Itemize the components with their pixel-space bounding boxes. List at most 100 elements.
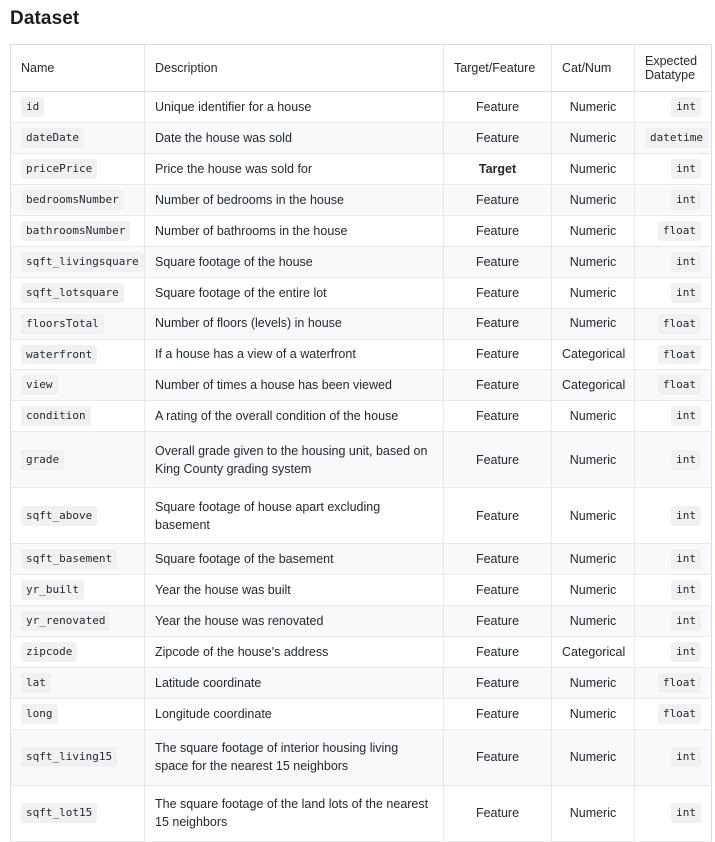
cell-cat-num: Numeric (551, 215, 635, 247)
table-row: sqft_above Square footage of house apart … (10, 487, 712, 545)
table-row: grade Overall grade given to the housing … (10, 431, 712, 489)
cell-expected-datatype: int (634, 153, 712, 185)
table-row: sqft_livingsquare Square footage of the h… (10, 246, 712, 278)
datatype-code-chip: float (657, 673, 701, 693)
cell-description: A rating of the overall condition of the… (144, 400, 444, 433)
table-row: long Longitude coordinate Feature Numeric fl… (10, 698, 712, 730)
target-feature-value: Feature (475, 750, 520, 765)
field-name-code-chip: sqft_lot15 (21, 803, 98, 824)
cell-target-feature: Feature (443, 91, 552, 123)
datatype-code-chip: float (657, 313, 701, 334)
cell-name: waterfront (10, 339, 145, 371)
datatype-code-chip: datetime (645, 127, 708, 148)
field-name-code-chip: pricePrice (21, 158, 98, 179)
target-feature-value: Feature (475, 452, 520, 467)
cell-name: sqft_above (10, 487, 145, 545)
cell-target-feature: Feature (443, 543, 552, 576)
field-name-code-chip: bathroomsNumber (21, 220, 131, 241)
cell-description: The square footage of the land lots of t… (144, 785, 444, 842)
cell-expected-datatype: float (634, 215, 712, 247)
cell-target-feature: Feature (443, 785, 552, 842)
cell-name: grade (10, 431, 145, 489)
table-row: yr_built Year the house was built Feature N… (10, 574, 712, 607)
cell-description: Unique identifier for a house (144, 91, 444, 123)
cell-cat-num: Numeric (551, 785, 635, 842)
cell-expected-datatype: int (634, 400, 712, 433)
field-name-code-chip: floorsTotal (21, 313, 104, 334)
table-row: lat Latitude coordinate Feature Numeric floa… (10, 667, 712, 699)
cell-name: id (10, 91, 145, 123)
cell-target-feature: Feature (443, 487, 552, 545)
field-name-code-chip: long (21, 704, 58, 724)
cell-description: Square footage of the basement (144, 543, 444, 576)
cell-expected-datatype: float (634, 339, 712, 371)
datatype-code-chip: float (657, 375, 701, 396)
cell-target-feature: Feature (443, 369, 552, 402)
cell-description: Square footage of house apart excluding … (144, 487, 444, 545)
cell-expected-datatype: int (634, 543, 712, 576)
cell-expected-datatype: int (634, 729, 712, 786)
datatype-code-chip: int (671, 406, 701, 427)
cell-target-feature: Feature (443, 698, 552, 730)
cell-target-feature: Feature (443, 308, 552, 340)
table-row: sqft_lot15 The square footage of the land… (10, 785, 712, 842)
cell-expected-datatype: int (634, 636, 712, 669)
datatype-code-chip: int (671, 189, 701, 210)
cell-name: sqft_livingsquare (10, 246, 145, 278)
field-name-code-chip: condition (21, 406, 91, 427)
target-feature-value: Feature (475, 223, 520, 238)
cell-name: zipcode (10, 636, 145, 669)
field-name-code-chip: sqft_above (21, 505, 98, 526)
table-header: Name Description Target/Feature Cat/Num … (10, 44, 712, 92)
cell-name: yr_built (10, 574, 145, 607)
column-header-expected-datatype: Expected Datatype (634, 44, 712, 92)
cell-name: sqft_lot15 (10, 785, 145, 842)
column-header-name: Name (10, 44, 145, 92)
cell-description: Square footage of the entire lot (144, 277, 444, 309)
cell-expected-datatype: datetime (634, 122, 712, 154)
cell-name: sqft_basement (10, 543, 145, 576)
table-row: condition A rating of the overall conditi… (10, 400, 712, 433)
cell-target-feature: Feature (443, 215, 552, 247)
cell-expected-datatype: float (634, 667, 712, 699)
cell-cat-num: Numeric (551, 543, 635, 576)
field-name-code-chip: dateDate (21, 127, 84, 148)
cell-expected-datatype: int (634, 431, 712, 489)
cell-cat-num: Numeric (551, 277, 635, 309)
cell-cat-num: Numeric (551, 400, 635, 433)
cell-expected-datatype: int (634, 605, 712, 638)
cell-cat-num: Numeric (551, 246, 635, 278)
target-feature-value: Feature (475, 614, 520, 629)
cell-description: Latitude coordinate (144, 667, 444, 699)
table-row: bathroomsNumber Number of bathrooms in th… (10, 215, 712, 247)
cell-cat-num: Categorical (551, 339, 635, 371)
cell-name: condition (10, 400, 145, 433)
cell-description: Date the house was sold (144, 122, 444, 154)
cell-target-feature: Feature (443, 339, 552, 371)
table-row: sqft_lotsquare Square footage of the enti… (10, 277, 712, 309)
cell-description: Number of floors (levels) in house (144, 308, 444, 340)
cell-description: Year the house was renovated (144, 605, 444, 638)
datatype-code-chip: int (671, 747, 701, 768)
table-row: floorsTotal Number of floors (levels) in … (10, 308, 712, 340)
cell-name: yr_renovated (10, 605, 145, 638)
table-row: sqft_basement Square footage of the basem… (10, 543, 712, 576)
cell-name: bedroomsNumber (10, 184, 145, 216)
target-feature-value: Feature (475, 130, 520, 145)
field-name-code-chip: grade (21, 449, 65, 470)
datatype-code-chip: int (671, 611, 701, 632)
cell-description: The square footage of interior housing l… (144, 729, 444, 786)
field-name-code-chip: sqft_basement (21, 549, 118, 570)
page-title: Dataset (10, 8, 80, 29)
datatype-code-chip: float (657, 220, 701, 241)
field-name-code-chip: sqft_living15 (21, 747, 118, 768)
cell-target-feature: Feature (443, 636, 552, 669)
cell-expected-datatype: int (634, 785, 712, 842)
cell-expected-datatype: int (634, 574, 712, 607)
datatype-code-chip: int (671, 158, 701, 179)
datatype-code-chip: int (671, 580, 701, 601)
target-feature-value: Feature (475, 99, 520, 114)
cell-expected-datatype: int (634, 246, 712, 278)
cell-description: Number of times a house has been viewed (144, 369, 444, 402)
target-feature-value: Feature (475, 347, 520, 362)
